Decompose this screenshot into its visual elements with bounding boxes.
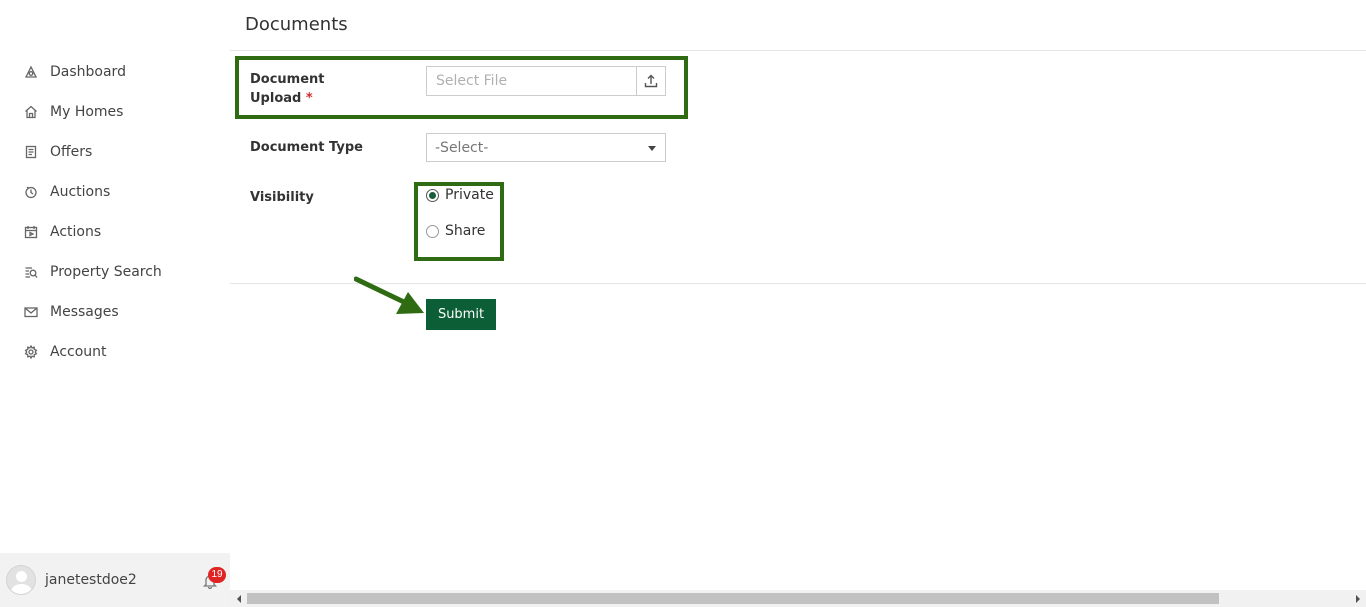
scroll-right-button[interactable] xyxy=(1349,590,1366,607)
submit-button[interactable]: Submit xyxy=(426,299,496,330)
scrollbar-thumb[interactable] xyxy=(247,593,1219,604)
sidebar-item-offers[interactable]: Offers xyxy=(0,132,230,172)
sidebar-item-auctions[interactable]: Auctions xyxy=(0,172,230,212)
username[interactable]: janetestdoe2 xyxy=(45,572,137,588)
chevron-down-icon xyxy=(648,146,656,151)
sidebar-item-label: Auctions xyxy=(50,184,111,200)
chevron-right-icon xyxy=(1355,594,1360,603)
mail-icon xyxy=(22,303,40,321)
main-content: Documents Document Upload * Document Typ… xyxy=(230,0,1366,590)
actions-icon xyxy=(22,223,40,241)
avatar[interactable] xyxy=(6,565,36,595)
gear-icon xyxy=(22,343,40,361)
sidebar-item-property-search[interactable]: Property Search xyxy=(0,252,230,292)
sidebar-item-account[interactable]: Account xyxy=(0,332,230,372)
scroll-left-button[interactable] xyxy=(230,590,247,607)
sidebar-item-messages[interactable]: Messages xyxy=(0,292,230,332)
highlight-box-visibility xyxy=(414,182,504,261)
sidebar-item-label: Offers xyxy=(50,144,93,160)
sidebar-nav: Dashboard My Homes Offers Auctions Actio… xyxy=(0,52,230,372)
home-icon xyxy=(22,103,40,121)
chevron-left-icon xyxy=(236,594,241,603)
sidebar-item-label: Account xyxy=(50,344,107,360)
sidebar-item-dashboard[interactable]: Dashboard xyxy=(0,52,230,92)
sidebar-item-label: Dashboard xyxy=(50,64,126,80)
document-type-select[interactable]: -Select- xyxy=(426,133,666,162)
notification-badge: 19 xyxy=(208,567,226,583)
divider xyxy=(230,50,1366,51)
sidebar-item-label: Messages xyxy=(50,304,119,320)
sidebar-item-my-homes[interactable]: My Homes xyxy=(0,92,230,132)
annotation-arrow xyxy=(354,276,424,314)
sidebar-item-label: Actions xyxy=(50,224,102,240)
visibility-label: Visibility xyxy=(250,190,314,205)
horizontal-scrollbar[interactable] xyxy=(230,590,1366,607)
document-type-value: -Select- xyxy=(435,139,489,156)
sidebar-item-label: My Homes xyxy=(50,104,124,120)
sidebar-item-label: Property Search xyxy=(50,264,162,280)
dashboard-icon xyxy=(22,63,40,81)
offers-icon xyxy=(22,143,40,161)
user-bar[interactable]: janetestdoe2 19 xyxy=(0,553,230,607)
sidebar: Dashboard My Homes Offers Auctions Actio… xyxy=(0,0,230,607)
sidebar-item-actions[interactable]: Actions xyxy=(0,212,230,252)
auction-icon xyxy=(22,183,40,201)
property-search-icon xyxy=(22,263,40,281)
highlight-box-upload xyxy=(235,56,688,119)
document-type-label: Document Type xyxy=(250,140,363,155)
page-title: Documents xyxy=(245,14,348,35)
